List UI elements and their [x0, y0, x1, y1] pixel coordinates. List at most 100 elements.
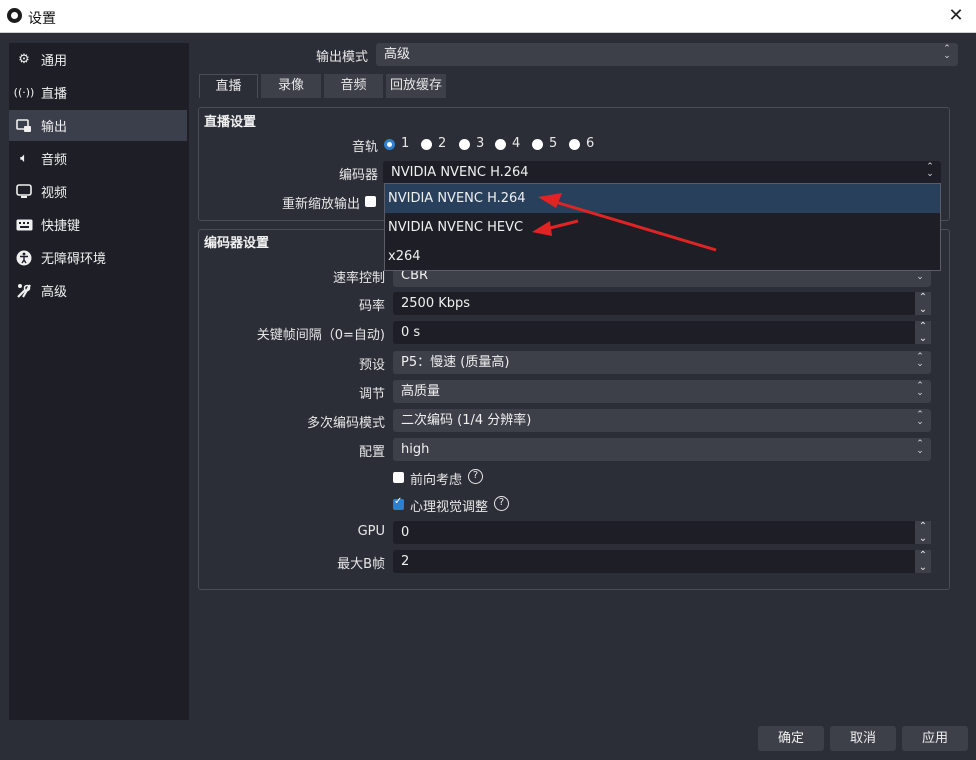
bitrate-value: 2500 Kbps	[401, 296, 471, 311]
preset-select[interactable]: P5：慢速 (质量高) ⌃ ⌄	[393, 351, 931, 374]
sidebar-item-video[interactable]: 视频	[9, 176, 187, 207]
sidebar-item-label: 音频	[41, 153, 68, 168]
encoder-select[interactable]: NVIDIA NVENC H.264 ⌃ ⌄	[383, 161, 941, 184]
sidebar-item-stream[interactable]: ((·)) 直播	[9, 77, 187, 108]
output-icon	[15, 117, 33, 135]
sidebar-item-general[interactable]: ⚙ 通用	[9, 44, 187, 75]
chevron-up-icon[interactable]: ⌃	[917, 321, 929, 332]
track-radio-5[interactable]	[532, 139, 543, 150]
tab-recording[interactable]: 录像	[261, 74, 321, 98]
multipass-value: 二次编码 (1/4 分辨率)	[401, 413, 532, 428]
tab-stream[interactable]: 直播	[199, 74, 258, 98]
rescale-output-checkbox[interactable]	[365, 196, 376, 207]
chevron-down-icon[interactable]: ⌄	[917, 562, 929, 573]
keyframe-interval-spinbox[interactable]: 0 s ⌃ ⌄	[393, 321, 931, 344]
chevron-updown-icon: ⌃⌄	[943, 44, 951, 61]
stream-settings-title: 直播设置	[204, 115, 257, 130]
tools-icon	[15, 282, 33, 300]
track-label-4: 4	[512, 136, 521, 151]
encoder-option-nvenc-h264[interactable]: NVIDIA NVENC H.264	[385, 184, 940, 213]
track-radio-6[interactable]	[569, 139, 580, 150]
chevron-up-icon[interactable]: ⌃	[917, 521, 929, 532]
chevron-updown-icon: ⌃⌄	[916, 352, 924, 369]
speaker-icon: 🔈︎	[20, 151, 28, 166]
spin-arrows[interactable]: ⌃ ⌄	[915, 521, 931, 544]
profile-select[interactable]: high ⌃ ⌄	[393, 438, 931, 461]
settings-sidebar: ⚙ 通用 ((·)) 直播 输出 🔈︎ 音频 视频 快捷键 无障碍环境 高级	[9, 43, 189, 720]
psycho-visual-label: 心理视觉调整	[410, 500, 489, 515]
track-label-6: 6	[586, 136, 595, 151]
ok-button[interactable]: 确定	[758, 726, 824, 751]
track-radio-3[interactable]	[459, 139, 470, 150]
output-mode-label: 输出模式	[315, 50, 368, 65]
sidebar-item-label: 通用	[41, 54, 68, 69]
sidebar-item-hotkeys[interactable]: 快捷键	[9, 209, 187, 240]
spin-arrows[interactable]: ⌃ ⌄	[915, 321, 931, 344]
sidebar-item-label: 输出	[41, 120, 68, 135]
audio-track-label: 音轨	[351, 140, 378, 155]
track-label-3: 3	[476, 136, 485, 151]
sidebar-item-audio[interactable]: 🔈︎ 音频	[9, 143, 187, 174]
profile-value: high	[401, 442, 430, 457]
psycho-visual-checkbox[interactable]	[393, 496, 404, 510]
gpu-spinbox[interactable]: 0 ⌃ ⌄	[393, 521, 931, 544]
tuning-select[interactable]: 高质量 ⌃ ⌄	[393, 380, 931, 403]
sidebar-item-output[interactable]: 输出	[9, 110, 187, 141]
max-bframes-spinbox[interactable]: 2 ⌃ ⌄	[393, 550, 931, 573]
cancel-button[interactable]: 取消	[830, 726, 896, 751]
rate-control-label: 速率控制	[332, 271, 385, 286]
track-radio-4[interactable]	[495, 139, 506, 150]
chevron-up-icon[interactable]: ⌃	[917, 550, 929, 561]
keyframe-interval-label: 关键帧间隔（0=自动)	[256, 328, 385, 343]
close-icon[interactable]: ✕	[944, 4, 968, 28]
gear-icon: ⚙	[18, 52, 30, 67]
max-bframes-label: 最大B帧	[337, 557, 385, 572]
tuning-label: 调节	[358, 387, 385, 402]
chevron-down-icon[interactable]: ⌄	[917, 533, 929, 544]
keyboard-icon	[15, 216, 33, 234]
multipass-select[interactable]: 二次编码 (1/4 分辨率) ⌃ ⌄	[393, 409, 931, 432]
title-bar: 设置 ✕	[0, 0, 976, 33]
encoder-option-nvenc-hevc[interactable]: NVIDIA NVENC HEVC	[385, 213, 940, 242]
track-radio-2[interactable]	[421, 139, 432, 150]
chevron-down-icon[interactable]: ⌄	[917, 333, 929, 344]
encoder-label: 编码器	[338, 168, 378, 183]
track-label-2: 2	[438, 136, 447, 151]
spin-arrows[interactable]: ⌃ ⌄	[915, 292, 931, 315]
preset-label: 预设	[358, 358, 385, 373]
track-radio-1[interactable]	[384, 139, 395, 150]
bitrate-spinbox[interactable]: 2500 Kbps ⌃ ⌄	[393, 292, 931, 315]
output-mode-select[interactable]: 高级 ⌃ ⌄	[376, 43, 958, 66]
sidebar-item-label: 无障碍环境	[41, 252, 107, 267]
encoder-value: NVIDIA NVENC H.264	[391, 165, 529, 180]
chevron-updown-icon: ⌃⌄	[926, 162, 934, 179]
sidebar-item-label: 视频	[41, 186, 68, 201]
lookahead-checkbox[interactable]	[393, 472, 404, 483]
tuning-value: 高质量	[401, 384, 441, 399]
tab-audio[interactable]: 音频	[324, 74, 383, 98]
sidebar-item-label: 快捷键	[41, 219, 81, 234]
gpu-label: GPU	[357, 524, 385, 539]
lookahead-label: 前向考虑	[410, 473, 463, 488]
tab-replay-buffer[interactable]: 回放缓存	[386, 74, 446, 98]
sidebar-item-advanced[interactable]: 高级	[9, 275, 187, 306]
encoder-option-x264[interactable]: x264	[385, 242, 940, 271]
chevron-updown-icon: ⌃⌄	[916, 410, 924, 427]
apply-button[interactable]: 应用	[902, 726, 968, 751]
window-title: 设置	[28, 11, 56, 27]
obs-logo-icon	[7, 8, 22, 23]
rescale-output-label: 重新缩放输出	[281, 197, 360, 212]
chevron-up-icon[interactable]: ⌃	[917, 292, 929, 303]
monitor-icon	[15, 183, 33, 201]
chevron-down-icon[interactable]: ⌄	[917, 304, 929, 315]
accessibility-icon	[15, 249, 33, 267]
help-icon[interactable]: ?	[468, 469, 483, 484]
gpu-value: 0	[401, 525, 410, 540]
sidebar-item-accessibility[interactable]: 无障碍环境	[9, 242, 187, 273]
sidebar-item-label: 直播	[41, 87, 68, 102]
track-label-1: 1	[401, 136, 410, 151]
encoder-settings-title: 编码器设置	[204, 236, 270, 251]
spin-arrows[interactable]: ⌃ ⌄	[915, 550, 931, 573]
bitrate-label: 码率	[358, 299, 385, 314]
help-icon[interactable]: ?	[494, 496, 509, 511]
